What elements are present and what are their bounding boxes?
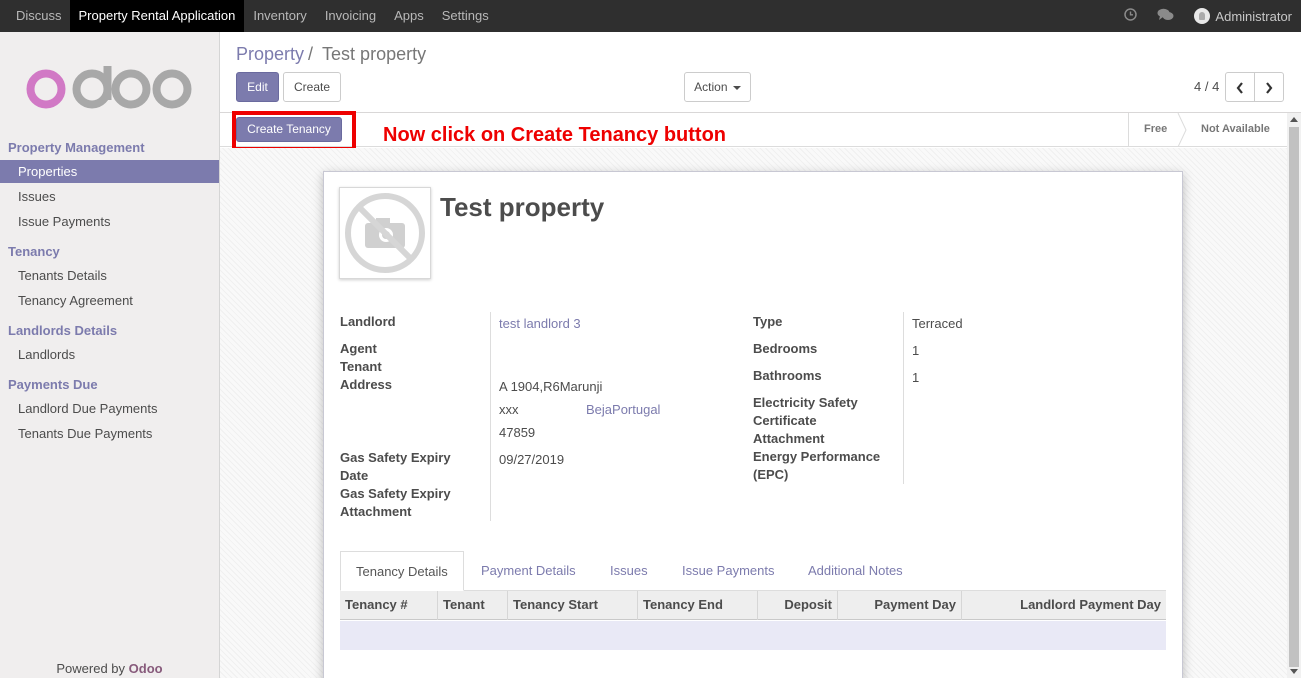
tab-issue-payments[interactable]: Issue Payments bbox=[682, 551, 775, 591]
type-value: Terraced bbox=[912, 316, 963, 331]
section-landlords-details: Landlords Details bbox=[8, 323, 118, 338]
address-zip: 47859 bbox=[499, 425, 536, 440]
col-tenancy-end[interactable]: Tenancy End bbox=[638, 591, 758, 620]
caret-down-icon bbox=[732, 85, 741, 90]
col-payment-day[interactable]: Payment Day bbox=[838, 591, 962, 620]
tenant-label: Tenant bbox=[340, 359, 382, 374]
col-tenancy-start[interactable]: Tenancy Start bbox=[508, 591, 638, 620]
gas-attachment-label-line2: Attachment bbox=[340, 504, 412, 519]
powered-by: Powered by Odoo bbox=[0, 661, 219, 676]
bedrooms-label: Bedrooms bbox=[753, 341, 818, 356]
main-menu: Discuss Property Rental Application Inve… bbox=[0, 0, 498, 32]
electricity-label-line2: Certificate bbox=[753, 413, 817, 428]
epc-label-line1: Energy Performance bbox=[753, 449, 881, 464]
menu-apps[interactable]: Apps bbox=[385, 0, 433, 32]
menu-settings[interactable]: Settings bbox=[433, 0, 498, 32]
address-state-country[interactable]: BejaPortugal bbox=[586, 401, 660, 419]
gas-expiry-label-line2: Date bbox=[340, 468, 369, 483]
app-sidebar: Property Management Properties Issues Is… bbox=[0, 32, 220, 678]
epc-label-line2: (EPC) bbox=[753, 467, 789, 482]
bedrooms-value: 1 bbox=[912, 343, 920, 358]
gas-expiry-value: 09/27/2019 bbox=[499, 452, 565, 467]
no-image-icon bbox=[345, 193, 425, 273]
sidebar-item-tenants-details[interactable]: Tenants Details bbox=[0, 264, 219, 287]
breadcrumb: Property / Test property bbox=[236, 44, 426, 65]
tab-additional-notes[interactable]: Additional Notes bbox=[808, 551, 903, 591]
sidebar-item-tenancy-agreement[interactable]: Tenancy Agreement bbox=[0, 289, 219, 312]
avatar-icon[interactable] bbox=[1194, 8, 1211, 24]
electricity-label-line3: Attachment bbox=[753, 431, 825, 446]
section-tenancy: Tenancy bbox=[8, 244, 60, 259]
landlord-value[interactable]: test landlord 3 bbox=[499, 315, 581, 333]
menu-property-rental[interactable]: Property Rental Application bbox=[69, 0, 245, 32]
powered-by-text: Powered by bbox=[56, 661, 126, 676]
tab-payment-details[interactable]: Payment Details bbox=[481, 551, 576, 591]
menu-invoicing[interactable]: Invoicing bbox=[316, 0, 385, 32]
tenancy-table-header: Tenancy # Tenant Tenancy Start Tenancy E… bbox=[340, 591, 1166, 620]
control-panel: Property / Test property Edit Create Actio… bbox=[220, 32, 1301, 113]
edit-button[interactable]: Edit bbox=[236, 72, 279, 102]
stage-free[interactable]: Free bbox=[1144, 113, 1167, 146]
breadcrumb-parent[interactable]: Property bbox=[236, 44, 304, 64]
form-statusbar: Create Tenancy Free Not Available bbox=[220, 113, 1287, 147]
scroll-down-arrow[interactable] bbox=[1290, 669, 1298, 674]
record-title: Test property bbox=[440, 192, 605, 222]
scroll-up-arrow[interactable] bbox=[1290, 117, 1298, 122]
chevron-right-icon bbox=[1266, 82, 1273, 94]
col-tenant[interactable]: Tenant bbox=[438, 591, 508, 620]
sidebar-item-properties[interactable]: Properties bbox=[0, 160, 219, 183]
stage-not-available[interactable]: Not Available bbox=[1201, 113, 1270, 146]
sidebar-item-issues[interactable]: Issues bbox=[0, 185, 219, 208]
top-navbar: Discuss Property Rental Application Inve… bbox=[0, 0, 1301, 32]
col-tenancy-number[interactable]: Tenancy # bbox=[340, 591, 438, 620]
menu-discuss[interactable]: Discuss bbox=[0, 0, 70, 32]
right-group-divider bbox=[903, 312, 904, 484]
breadcrumb-separator: / bbox=[308, 44, 314, 64]
address-city: xxx bbox=[499, 402, 519, 417]
action-dropdown[interactable]: Action bbox=[684, 72, 751, 102]
odoo-logo bbox=[26, 66, 192, 109]
col-deposit[interactable]: Deposit bbox=[758, 591, 838, 620]
tab-tenancy-details[interactable]: Tenancy Details bbox=[340, 551, 464, 591]
powered-by-brand[interactable]: Odoo bbox=[129, 661, 163, 676]
action-label: Action bbox=[694, 80, 728, 94]
breadcrumb-current: Test property bbox=[322, 44, 427, 64]
menu-inventory[interactable]: Inventory bbox=[244, 0, 315, 32]
section-payments-due: Payments Due bbox=[8, 377, 98, 392]
vertical-scrollbar[interactable] bbox=[1287, 113, 1301, 678]
address-street: A 1904,R6Marunji bbox=[499, 379, 603, 394]
gas-expiry-label-line1: Gas Safety Expiry bbox=[340, 450, 451, 465]
sidebar-item-landlords[interactable]: Landlords bbox=[0, 343, 219, 366]
sidebar-item-issue-payments[interactable]: Issue Payments bbox=[0, 210, 219, 233]
left-group-divider bbox=[490, 312, 491, 521]
type-label: Type bbox=[753, 314, 783, 329]
gas-attachment-label-line1: Gas Safety Expiry bbox=[340, 486, 451, 501]
sidebar-item-landlord-due-payments[interactable]: Landlord Due Payments bbox=[0, 397, 219, 420]
section-property-management: Property Management bbox=[8, 140, 145, 155]
user-menu[interactable]: Administrator bbox=[1215, 9, 1292, 24]
landlord-label: Landlord bbox=[340, 314, 396, 329]
bathrooms-label: Bathrooms bbox=[753, 368, 822, 383]
scroll-thumb[interactable] bbox=[1289, 127, 1299, 667]
pager-value[interactable]: 4 / 4 bbox=[1194, 79, 1219, 94]
address-label: Address bbox=[340, 377, 393, 392]
chat-icon[interactable] bbox=[1157, 8, 1174, 24]
clock-icon[interactable] bbox=[1124, 8, 1138, 24]
col-landlord-payment-day[interactable]: Landlord Payment Day bbox=[962, 591, 1166, 620]
bathrooms-value: 1 bbox=[912, 370, 920, 385]
highlight-box bbox=[232, 111, 356, 151]
agent-label: Agent bbox=[340, 341, 377, 356]
pager-next-button[interactable] bbox=[1254, 72, 1284, 102]
property-image[interactable] bbox=[339, 187, 431, 279]
chevron-left-icon bbox=[1236, 82, 1243, 94]
table-add-row[interactable] bbox=[340, 621, 1166, 650]
tab-issues[interactable]: Issues bbox=[610, 551, 648, 591]
sidebar-item-tenants-due-payments[interactable]: Tenants Due Payments bbox=[0, 422, 219, 445]
electricity-label-line1: Electricity Safety bbox=[753, 395, 858, 410]
instruction-annotation: Now click on Create Tenancy button bbox=[383, 124, 727, 146]
pager-previous-button[interactable] bbox=[1225, 72, 1255, 102]
create-button[interactable]: Create bbox=[283, 72, 341, 102]
